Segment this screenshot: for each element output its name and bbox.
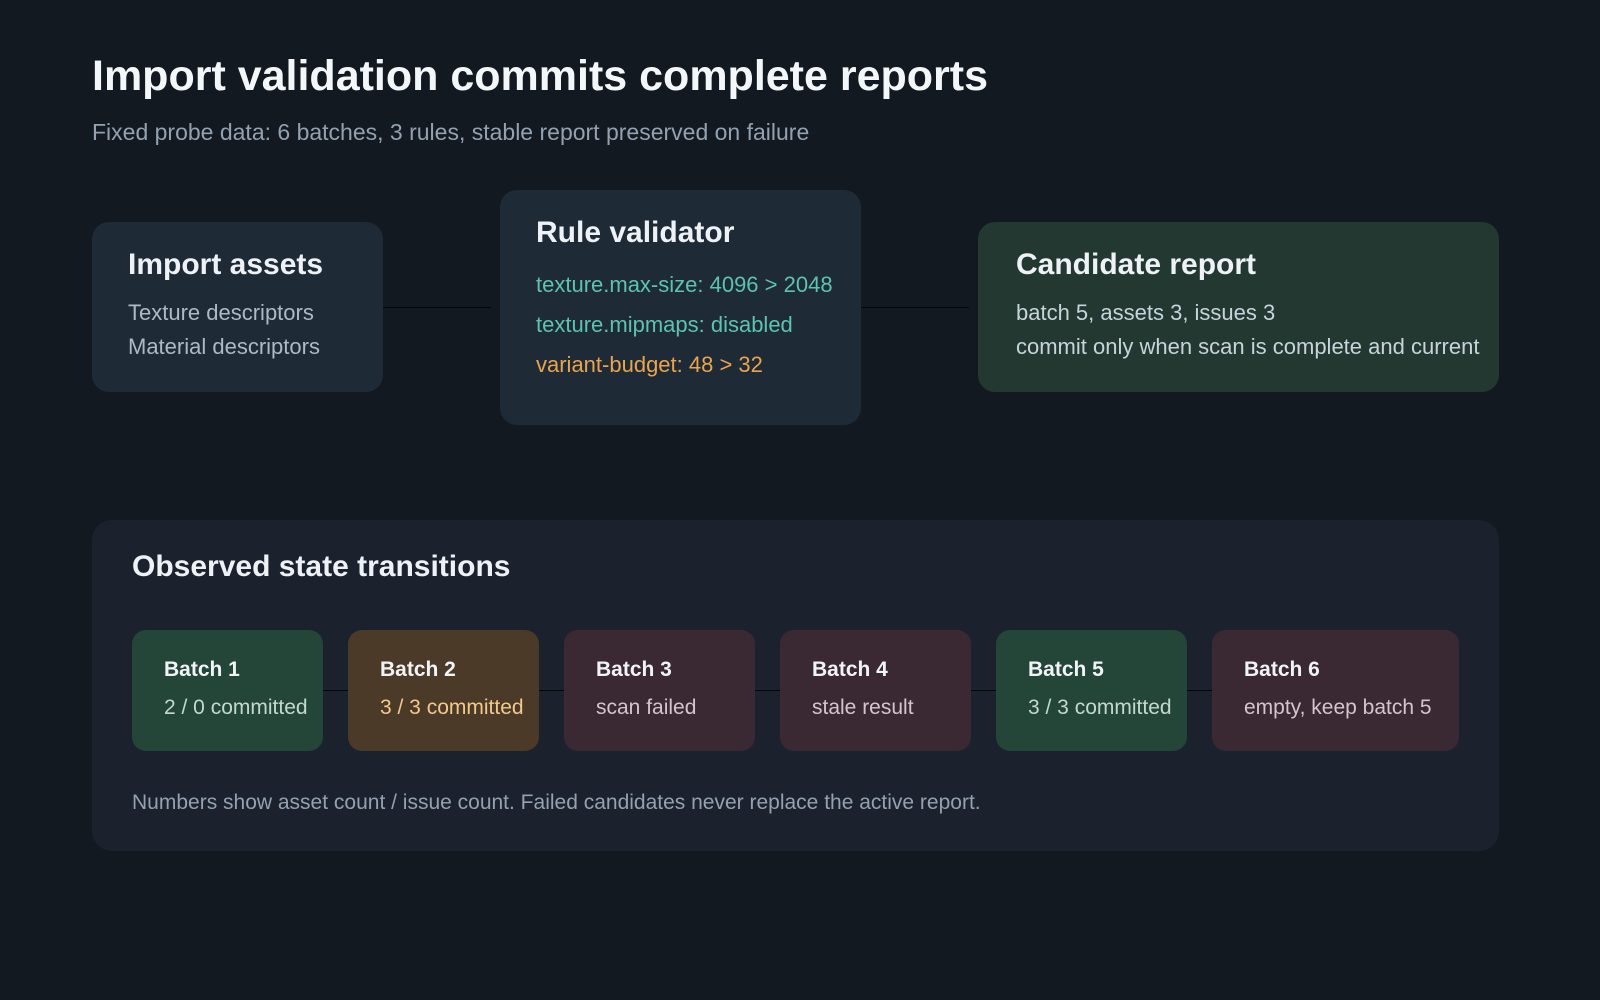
- batch-title: Batch 5: [1028, 658, 1104, 681]
- page-subtitle: Fixed probe data: 6 batches, 3 rules, st…: [92, 119, 810, 145]
- batch-title: Batch 2: [380, 658, 456, 681]
- batch-card: Batch 1 2 / 0 committed: [132, 630, 323, 751]
- validator-rule: variant-budget: 48 > 32: [536, 352, 763, 377]
- rule-validator-card: Rule validator texture.max-size: 4096 > …: [500, 190, 861, 425]
- batch-status: stale result: [812, 696, 914, 719]
- batch-connector: [1186, 690, 1213, 691]
- batch-title: Batch 3: [596, 658, 672, 681]
- batch-title: Batch 4: [812, 658, 888, 681]
- batch-card: Batch 4 stale result: [780, 630, 971, 751]
- connector-validator-to-report: [861, 307, 969, 308]
- batch-title: Batch 6: [1244, 658, 1320, 681]
- batch-status: scan failed: [596, 696, 697, 719]
- batch-connector: [970, 690, 997, 691]
- candidate-report-heading: Candidate report: [1016, 248, 1257, 281]
- state-transitions-heading: Observed state transitions: [132, 550, 511, 583]
- rule-validator-heading: Rule validator: [536, 216, 735, 249]
- validator-rule: texture.mipmaps: disabled: [536, 312, 793, 337]
- batch-status: 3 / 3 committed: [380, 696, 524, 719]
- validator-rule: texture.max-size: 4096 > 2048: [536, 272, 833, 297]
- batch-card: Batch 2 3 / 3 committed: [348, 630, 539, 751]
- candidate-report-line: commit only when scan is complete and cu…: [1016, 334, 1480, 359]
- batch-status: 2 / 0 committed: [164, 696, 308, 719]
- batch-status: empty, keep batch 5: [1244, 696, 1432, 719]
- candidate-report-card: Candidate report batch 5, assets 3, issu…: [978, 222, 1499, 392]
- legend-note: Numbers show asset count / issue count. …: [132, 791, 981, 814]
- batch-title: Batch 1: [164, 658, 240, 681]
- batch-card: Batch 3 scan failed: [564, 630, 755, 751]
- candidate-report-line: batch 5, assets 3, issues 3: [1016, 300, 1276, 325]
- import-assets-card: Import assets Texture descriptors Materi…: [92, 222, 383, 392]
- batch-status: 3 / 3 committed: [1028, 696, 1172, 719]
- import-assets-line: Material descriptors: [128, 334, 320, 359]
- connector-import-to-validator: [383, 307, 491, 308]
- import-assets-heading: Import assets: [128, 248, 324, 281]
- page-title: Import validation commits complete repor…: [92, 52, 989, 100]
- batch-card: Batch 5 3 / 3 committed: [996, 630, 1187, 751]
- batch-connector: [754, 690, 781, 691]
- batch-card: Batch 6 empty, keep batch 5: [1212, 630, 1459, 751]
- batch-connector: [538, 690, 565, 691]
- import-assets-line: Texture descriptors: [128, 300, 314, 325]
- batch-connector: [322, 690, 349, 691]
